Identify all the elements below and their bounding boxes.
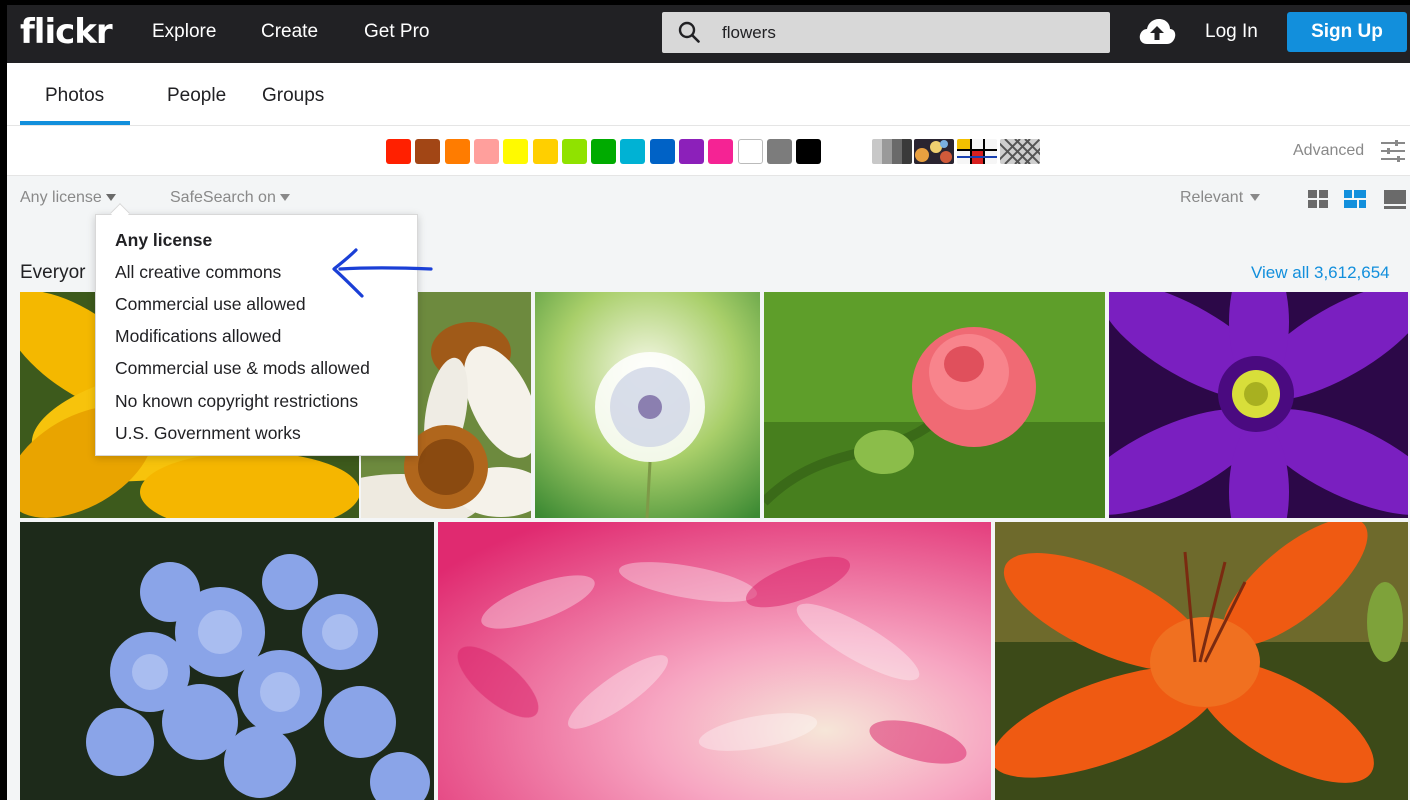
view-all-link[interactable]: View all 3,612,654 — [1251, 263, 1390, 283]
license-filter-dropdown[interactable]: Any license — [20, 189, 116, 207]
signup-button[interactable]: Sign Up — [1287, 12, 1407, 52]
nav-explore[interactable]: Explore — [152, 21, 216, 43]
photo-purple-flower[interactable] — [1109, 292, 1408, 518]
flickr-logo[interactable]: flickr — [20, 12, 113, 52]
license-option-all-creative-commons[interactable]: All creative commons — [115, 262, 281, 283]
caret-down-icon — [1250, 194, 1261, 202]
license-option-us-government[interactable]: U.S. Government works — [115, 423, 301, 444]
license-filter-label: Any license — [20, 189, 102, 206]
caret-down-icon — [105, 194, 116, 202]
active-tab-indicator — [20, 121, 130, 125]
license-option-commercial-use[interactable]: Commercial use allowed — [115, 294, 306, 315]
sliders-icon[interactable] — [1381, 139, 1405, 163]
license-option-any[interactable]: Any license — [115, 230, 212, 251]
full-view-icon[interactable] — [1384, 190, 1406, 210]
photo-pink-rose[interactable] — [764, 292, 1105, 518]
color-swatch[interactable] — [708, 139, 733, 164]
color-swatch[interactable] — [474, 139, 499, 164]
search-box — [662, 12, 1110, 53]
style-shallow-depth-of-field[interactable] — [914, 139, 954, 164]
license-option-modifications[interactable]: Modifications allowed — [115, 326, 281, 347]
tab-photos[interactable]: Photos — [45, 85, 104, 107]
license-option-commercial-and-mods[interactable]: Commercial use & mods allowed — [115, 358, 370, 379]
license-option-no-copyright[interactable]: No known copyright restrictions — [115, 391, 358, 412]
search-input[interactable] — [722, 12, 1092, 53]
justified-view-icon[interactable] — [1344, 190, 1366, 210]
license-dropdown-menu: Any license All creative commons Commerc… — [95, 214, 418, 456]
screenshot-frame-left — [0, 0, 7, 800]
photo-orange-lily[interactable] — [995, 522, 1408, 800]
advanced-search-link[interactable]: Advanced — [1293, 142, 1364, 160]
color-swatch[interactable] — [415, 139, 440, 164]
safesearch-filter-dropdown[interactable]: SafeSearch on — [170, 189, 290, 207]
color-swatch[interactable] — [679, 139, 704, 164]
grid-view-icon[interactable] — [1308, 190, 1330, 210]
color-filter-row: Advanced — [0, 126, 1410, 176]
color-swatch[interactable] — [591, 139, 616, 164]
tab-people[interactable]: People — [167, 85, 226, 107]
color-swatch[interactable] — [620, 139, 645, 164]
upload-cloud-icon[interactable] — [1138, 17, 1176, 45]
screenshot-frame-top — [0, 0, 1410, 5]
top-navigation-bar: flickr Explore Create Get Pro Log In Sig… — [0, 0, 1410, 63]
section-title: Everyor — [20, 262, 86, 283]
color-swatch[interactable] — [562, 139, 587, 164]
color-swatch[interactable] — [445, 139, 470, 164]
nav-create[interactable]: Create — [261, 21, 318, 43]
sort-dropdown[interactable]: Relevant — [1180, 189, 1261, 207]
color-swatch[interactable] — [503, 139, 528, 164]
search-type-tabs: Photos People Groups — [0, 63, 1410, 126]
photo-pink-dahlia[interactable] — [438, 522, 991, 800]
safesearch-filter-label: SafeSearch on — [170, 189, 276, 206]
color-swatch[interactable] — [650, 139, 675, 164]
color-swatch[interactable] — [767, 139, 792, 164]
color-swatch[interactable] — [533, 139, 558, 164]
color-swatch[interactable] — [796, 139, 821, 164]
style-minimalist[interactable] — [957, 139, 997, 164]
photo-blue-plumbago[interactable] — [20, 522, 434, 800]
login-link[interactable]: Log In — [1205, 21, 1258, 43]
nav-get-pro[interactable]: Get Pro — [364, 21, 429, 43]
sort-label: Relevant — [1180, 189, 1244, 206]
tab-groups[interactable]: Groups — [262, 85, 324, 107]
color-swatch[interactable] — [386, 139, 411, 164]
color-swatch[interactable] — [738, 139, 763, 164]
photo-dandelion[interactable] — [535, 292, 760, 518]
caret-down-icon — [279, 194, 290, 202]
style-black-and-white[interactable] — [872, 139, 912, 164]
style-patterns[interactable] — [1000, 139, 1040, 164]
search-icon[interactable] — [678, 21, 700, 43]
